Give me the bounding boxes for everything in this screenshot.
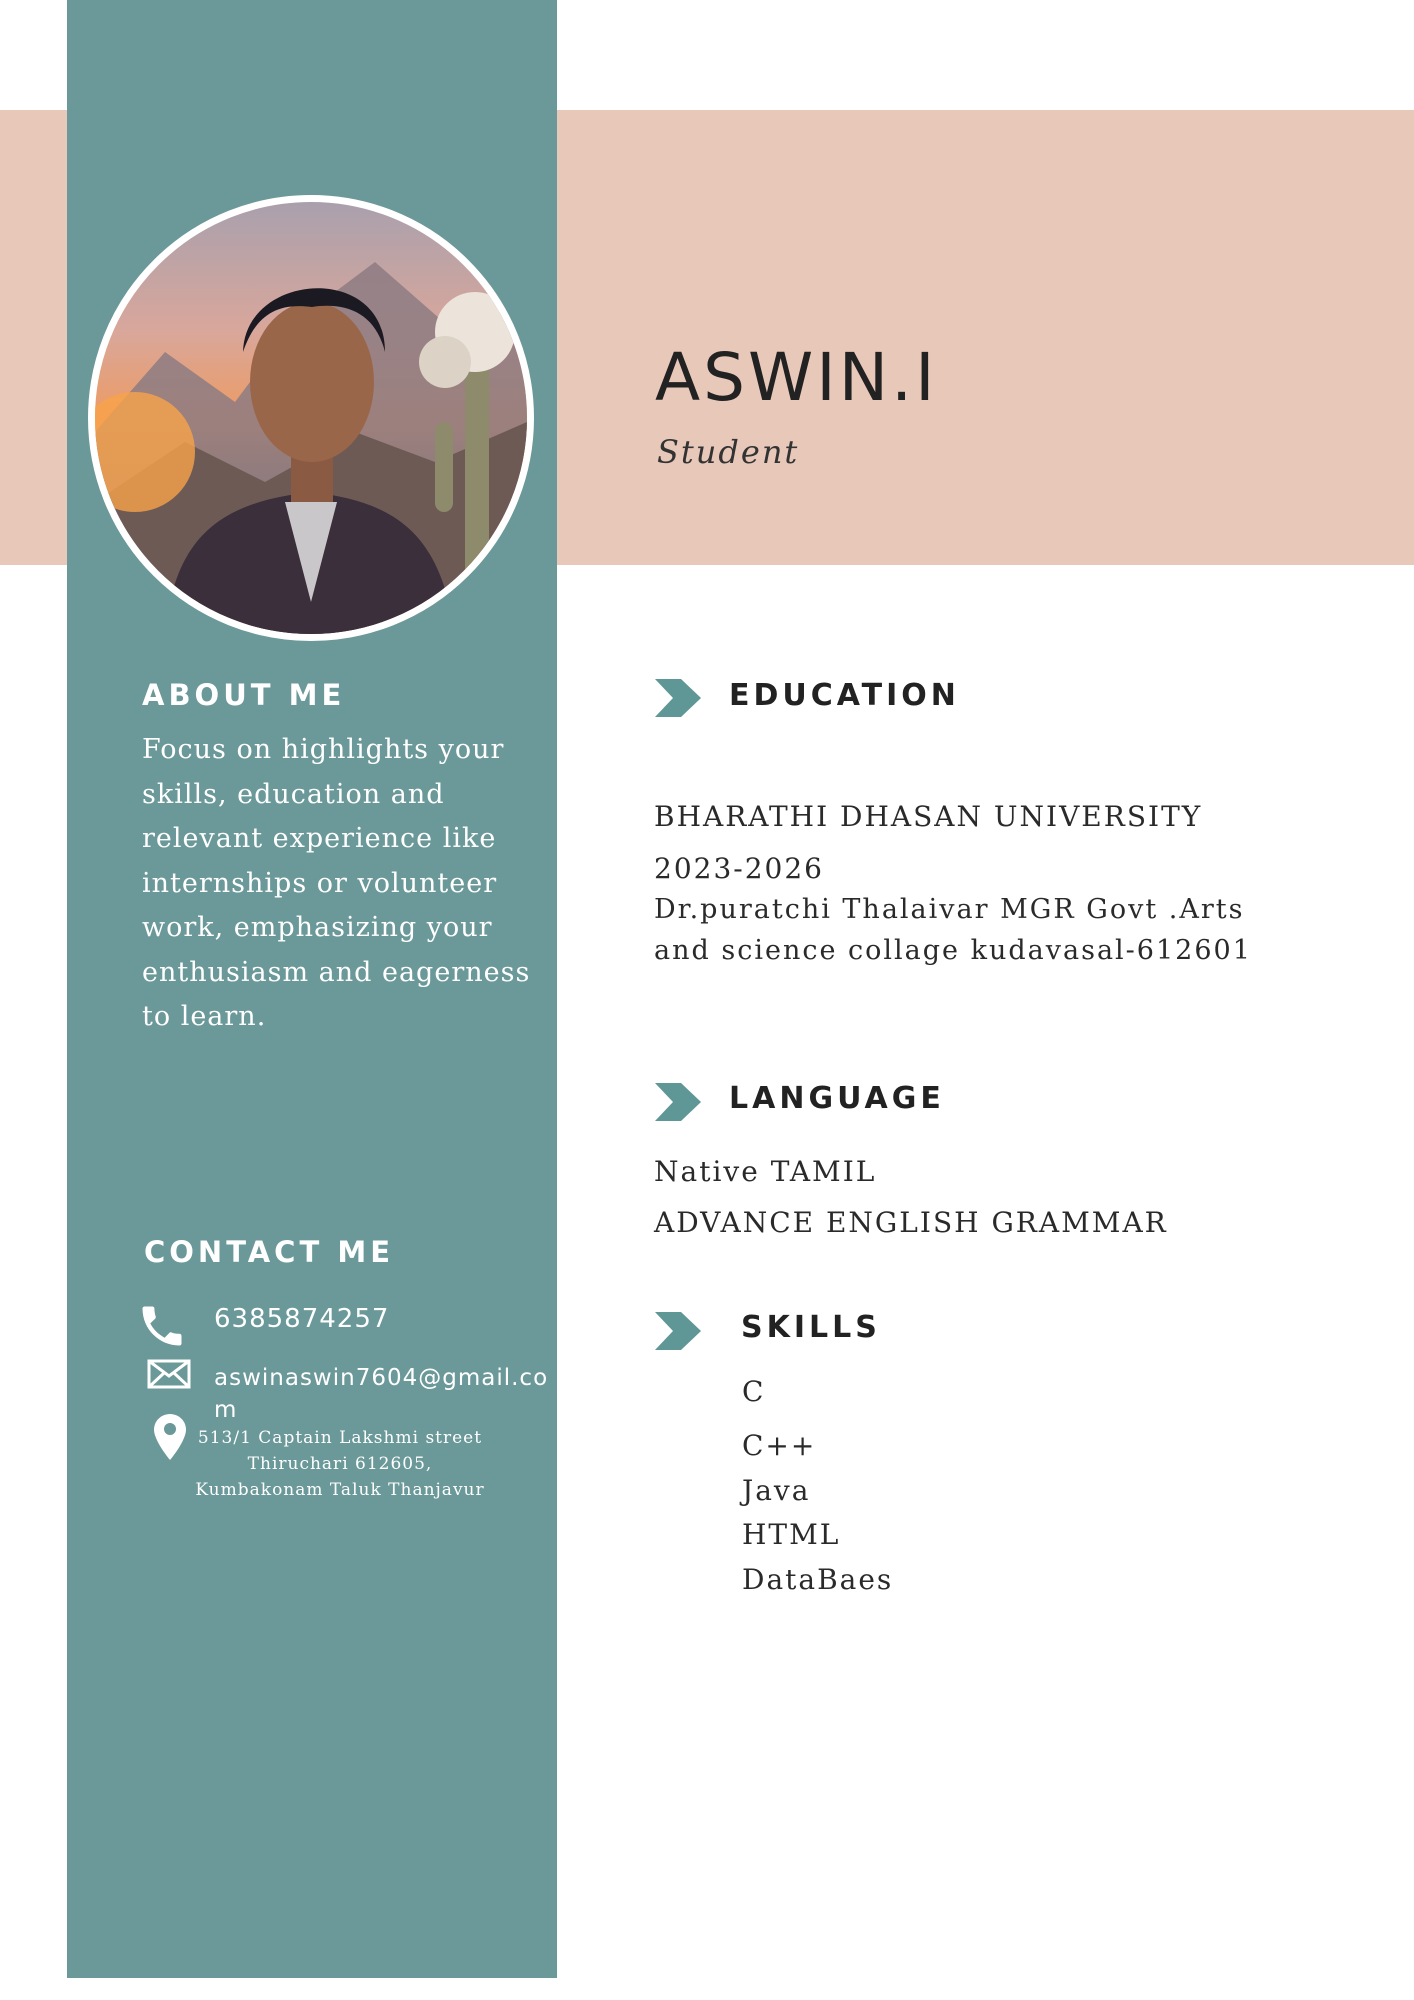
about-text: Focus on highlights your skills, educati… (142, 734, 531, 1032)
email-address[interactable]: aswinaswin7604@gmail.com (214, 1362, 554, 1426)
map-pin-icon (154, 1414, 186, 1464)
postal-address: 513/1 Captain Lakshmi street Thiruchari … (195, 1428, 485, 1500)
candidate-role: Student (657, 433, 800, 471)
skill-item: C (742, 1375, 766, 1408)
language-heading: LANGUAGE (729, 1081, 945, 1116)
chevron-right-icon (655, 1083, 701, 1125)
phone-icon (136, 1300, 188, 1356)
envelope-icon (147, 1359, 191, 1393)
phone-number[interactable]: 6385874257 (214, 1304, 389, 1334)
education-heading: EDUCATION (729, 678, 960, 713)
education-university: BHARATHI DHASAN UNIVERSITY (654, 800, 1203, 833)
skill-item: C++ (742, 1429, 817, 1462)
language-item: ADVANCE ENGLISH GRAMMAR (654, 1206, 1168, 1239)
chevron-right-icon (655, 679, 701, 721)
about-heading: ABOUT ME (142, 678, 346, 712)
chevron-right-icon (655, 1312, 701, 1354)
education-college: Dr.puratchi Thalaivar MGR Govt .Arts and… (654, 894, 1252, 966)
candidate-name: ASWIN.I (655, 339, 938, 416)
skills-heading: SKILLS (741, 1310, 881, 1345)
language-item: Native TAMIL (654, 1155, 877, 1188)
contact-heading: CONTACT ME (144, 1235, 395, 1269)
profile-photo (88, 195, 534, 641)
skill-item: Java (742, 1474, 811, 1507)
skill-item: DataBaes (742, 1563, 894, 1596)
education-years: 2023-2026 (654, 852, 824, 885)
skill-item: HTML (742, 1518, 841, 1551)
